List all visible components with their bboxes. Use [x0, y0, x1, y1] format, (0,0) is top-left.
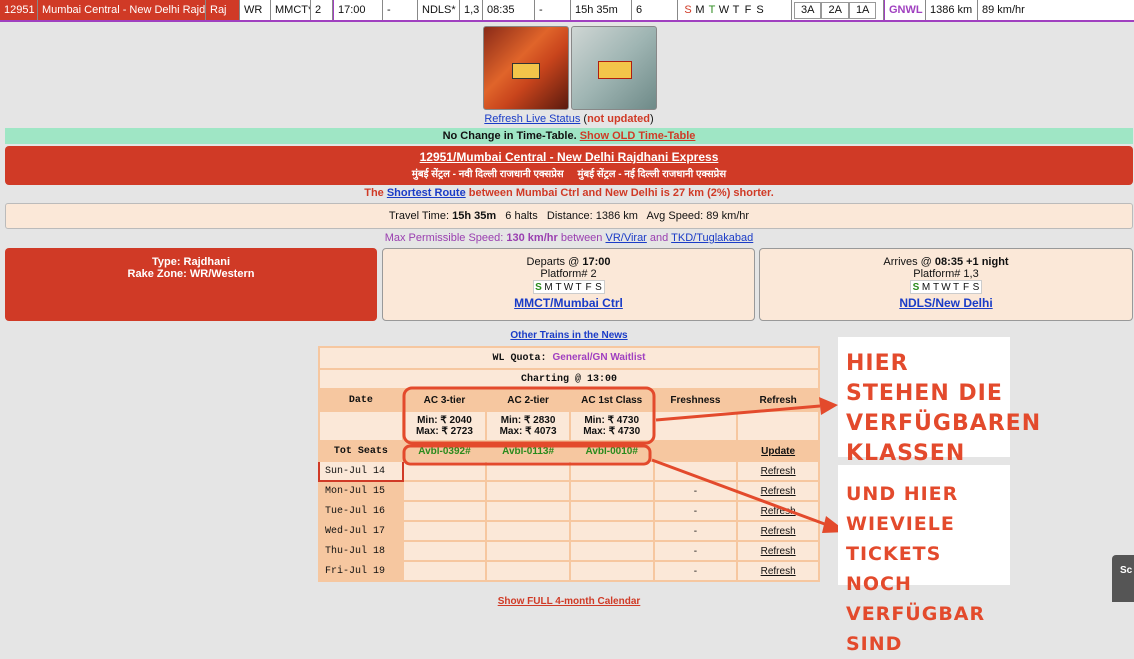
arrow-line-1 — [655, 404, 821, 422]
annotation-line: UND HIER WIEVIELE — [846, 483, 959, 535]
side-widget[interactable]: Sc — [1112, 555, 1134, 602]
annotation-line: VERFÜGBAREN — [846, 411, 1042, 436]
availability-highlight — [402, 444, 652, 466]
annotation-line: VERFÜGBAR SIND — [846, 603, 986, 655]
classes-highlight — [402, 386, 656, 445]
arrow-line-2 — [651, 458, 831, 528]
annotation-line: HIER STEHEN DIE — [846, 351, 1003, 406]
arrow-head-1 — [819, 397, 838, 415]
side-widget-label: Sc — [1120, 565, 1133, 576]
annotation-tickets: UND HIER WIEVIELE TICKETS NOCH VERFÜGBAR… — [838, 465, 1010, 655]
annotation-line: TICKETS NOCH — [846, 543, 942, 595]
annotation-classes: HIER STEHEN DIE VERFÜGBAREN KLASSEN — [838, 337, 1042, 466]
